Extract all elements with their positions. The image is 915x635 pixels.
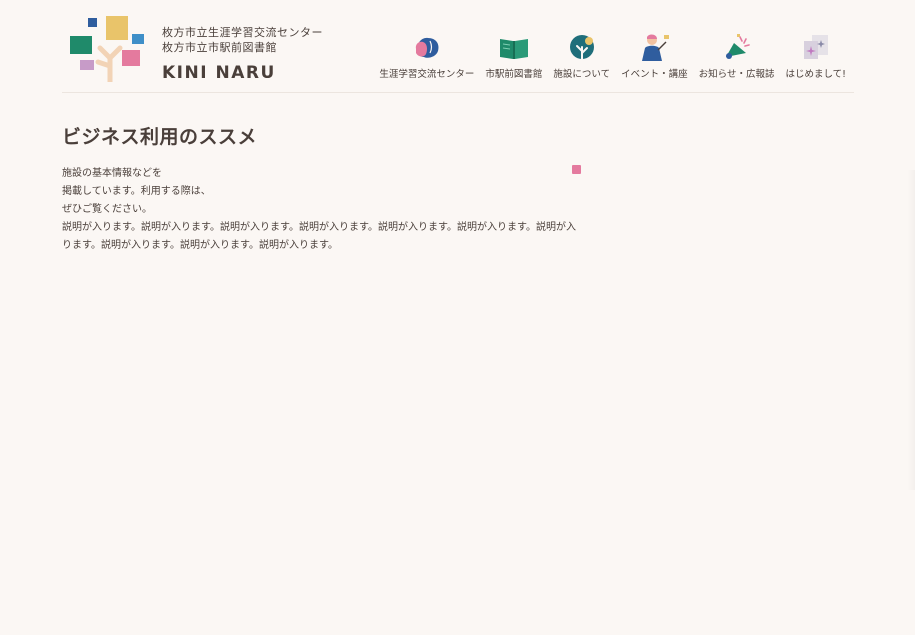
nav-item-library[interactable]: 市駅前図書館 (485, 31, 542, 80)
decorative-pink-square (572, 165, 581, 174)
nav-label: イベント・講座 (621, 69, 688, 80)
lecturer-icon (642, 34, 670, 61)
page: 枚方市立生涯学習交流センター 枚方市立市駅前図書館 KINI NARU 生涯学習… (0, 0, 915, 635)
nav-label: 施設について (553, 69, 611, 80)
brain-icon (415, 37, 439, 58)
page-description: 施設の基本情報などを 掲載しています。利用する際は、 ぜひご覧ください。 説明が… (62, 165, 582, 255)
description-line: ぜひご覧ください。 (62, 204, 152, 215)
logo-text: 枚方市立生涯学習交流センター 枚方市立市駅前図書館 KINI NARU (162, 25, 332, 83)
site-logo[interactable]: 枚方市立生涯学習交流センター 枚方市立市駅前図書館 KINI NARU (70, 14, 330, 84)
description-body: 説明が入ります。説明が入ります。説明が入ります。説明が入ります。説明が入ります。… (62, 222, 576, 251)
logo-mark-icon (70, 16, 144, 82)
nav-label: お知らせ・広報誌 (698, 69, 775, 80)
main-content: ビジネス利用のススメ 施設の基本情報などを 掲載しています。利用する際は、 ぜひ… (62, 122, 582, 255)
logo-brand-name: KINI NARU (162, 63, 276, 83)
nav-label: 市駅前図書館 (485, 69, 543, 80)
nav-item-welcome[interactable]: はじめまして! (785, 31, 846, 80)
side-shadow (907, 170, 915, 490)
description-line: 施設の基本情報などを (62, 168, 162, 179)
logo-facility-name-2: 枚方市立市駅前図書館 (162, 41, 277, 54)
site-header: 枚方市立生涯学習交流センター 枚方市立市駅前図書館 KINI NARU 生涯学習… (62, 0, 854, 93)
description-line: 掲載しています。利用する際は、 (62, 186, 211, 197)
global-nav: 生涯学習交流センター 市駅前図書館 施設について イベント・講座 お知らせ・広報… (379, 31, 846, 80)
nav-item-learning-center[interactable]: 生涯学習交流センター (379, 31, 474, 80)
page-title: ビジネス利用のススメ (62, 126, 258, 148)
nav-label: はじめまして! (785, 69, 846, 80)
nav-item-events[interactable]: イベント・講座 (621, 31, 688, 80)
book-icon (499, 39, 528, 59)
logo-facility-name-1: 枚方市立生涯学習交流センター (162, 26, 323, 39)
nav-item-facility[interactable]: 施設について (553, 31, 610, 80)
nav-item-news[interactable]: お知らせ・広報誌 (698, 31, 775, 80)
megaphone-icon (725, 34, 750, 59)
sparkle-card-icon (803, 35, 828, 59)
nav-label: 生涯学習交流センター (379, 69, 475, 80)
tree-icon (569, 35, 594, 62)
